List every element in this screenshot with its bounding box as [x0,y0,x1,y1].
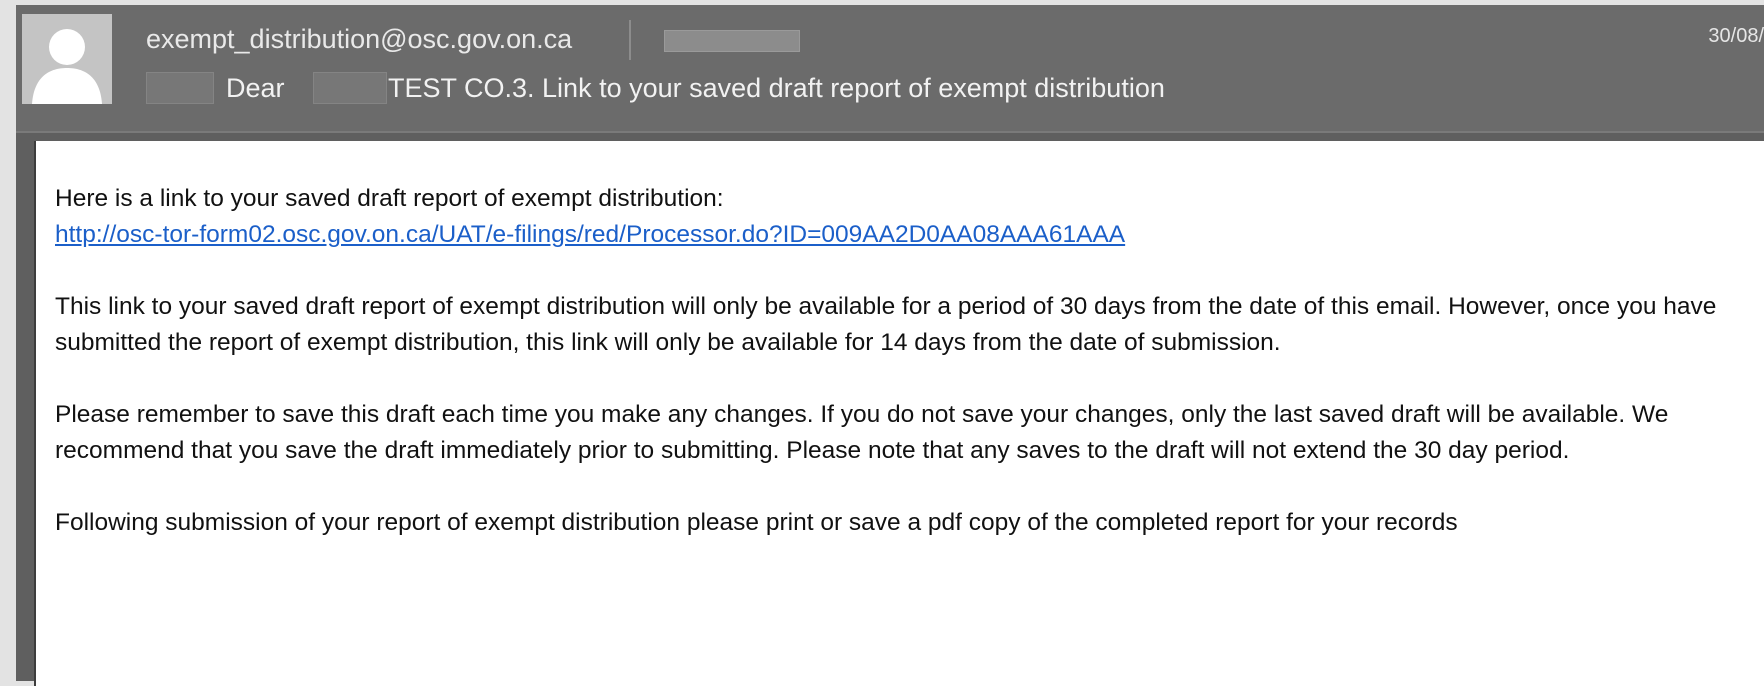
person-placeholder-icon [22,14,112,104]
save-reminder-paragraph: Please remember to save this draft each … [55,401,1669,464]
sender-avatar [22,14,112,104]
redacted-subject-part-2 [313,72,387,104]
availability-paragraph: This link to your saved draft report of … [55,293,1717,356]
followup-paragraph: Following submission of your report of e… [55,509,1458,536]
redacted-recipient [664,30,800,52]
draft-report-link[interactable]: http://osc-tor-form02.osc.gov.on.ca/UAT/… [55,221,1125,248]
header-separator [16,131,1764,133]
email-header: exempt_distribution@osc.gov.on.ca 30/08/… [16,5,1764,133]
redacted-subject-part-1 [146,72,214,104]
email-body: Here is a link to your saved draft repor… [34,141,1764,686]
subject-line: TEST CO.3. Link to your saved draft repo… [388,73,1165,103]
intro-text: Here is a link to your saved draft repor… [55,185,724,212]
header-divider-vertical [629,20,631,60]
subject-prefix: Dear [226,73,285,103]
sender-address[interactable]: exempt_distribution@osc.gov.on.ca [146,21,572,57]
screenshot-frame: exempt_distribution@osc.gov.on.ca 30/08/… [0,0,1764,686]
intro-paragraph: Here is a link to your saved draft repor… [55,181,1755,253]
received-date: 30/08/ [1708,25,1764,47]
message-content: Here is a link to your saved draft repor… [55,181,1755,577]
email-window: exempt_distribution@osc.gov.on.ca 30/08/… [16,5,1764,686]
